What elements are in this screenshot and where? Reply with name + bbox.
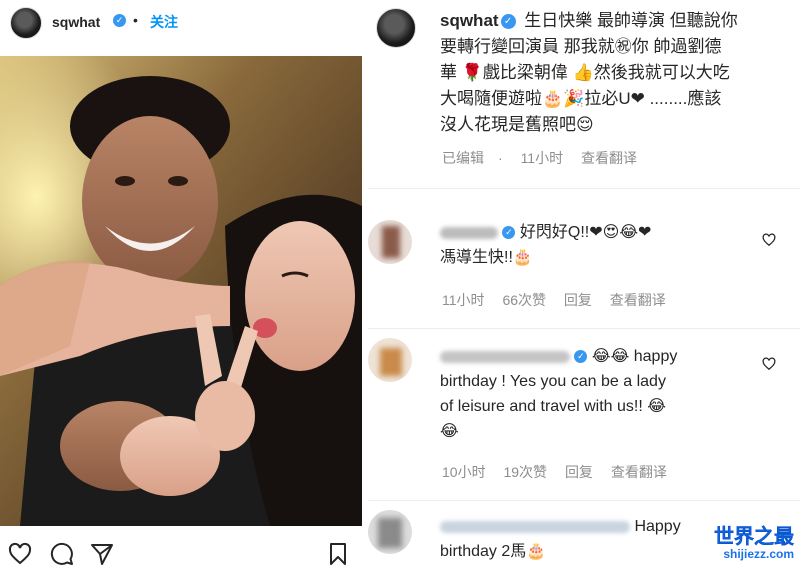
comment-text: birthday ! Yes you can be a lady	[440, 373, 666, 390]
translate-link[interactable]: 查看翻译	[611, 464, 667, 480]
verified-badge-icon: ✓	[574, 350, 588, 364]
comment-body: Happy birthday 2馬🎂	[440, 514, 730, 564]
watermark-title: 世界之最	[714, 526, 794, 548]
blurred-username[interactable]	[440, 226, 498, 239]
caption-meta: 已编辑 · 11小时 查看翻译	[442, 148, 651, 168]
verified-badge-icon: ✓	[502, 226, 516, 240]
blurred-username[interactable]	[440, 520, 630, 533]
caption-line: 大喝隨便遊啦🎂🎉拉必U❤ ........應該	[440, 89, 722, 108]
watermark: 世界之最 shijiezz.com	[714, 520, 794, 561]
comment-text: birthday 2馬🎂	[440, 543, 547, 560]
comment-meta: 10小时 19次赞 回复 查看翻译	[442, 462, 681, 482]
comment-text: 好閃好Q!!❤😍😂❤	[519, 224, 652, 241]
post-caption: sqwhat ✓ 生日快樂 最帥導演 但聽說你 要轉行變回演員 那我就㊗你 帥過劉…	[440, 8, 795, 138]
translate-link[interactable]: 查看翻译	[610, 292, 666, 308]
share-icon[interactable]	[90, 542, 114, 566]
caption-line: 要轉行變回演員 那我就㊗你 帥過劉德	[440, 37, 722, 56]
verified-badge-icon: ✓	[113, 14, 126, 27]
comment-avatar[interactable]	[368, 338, 412, 382]
blurred-username[interactable]	[440, 350, 570, 363]
like-count[interactable]: 19次赞	[503, 464, 547, 480]
comment-text: of leisure and travel with us!! 😂	[440, 398, 666, 415]
comment-body: ✓ 好閃好Q!!❤😍😂❤ 馮導生快!!🎂	[440, 220, 770, 270]
avatar[interactable]	[376, 8, 416, 48]
separator-dot: •	[133, 12, 138, 28]
photo-illustration	[0, 56, 362, 526]
follow-button[interactable]: 关注	[150, 12, 178, 32]
reply-button[interactable]: 回复	[565, 464, 593, 480]
comment-meta: 11小时 66次赞 回复 查看翻译	[442, 290, 680, 310]
divider	[368, 328, 800, 329]
verified-badge-icon: ✓	[500, 14, 516, 30]
separator-dot: ·	[498, 150, 503, 166]
caption-line: 生日快樂 最帥導演 但聽說你	[524, 11, 738, 30]
comment-time: 11小时	[442, 292, 485, 308]
comment-avatar[interactable]	[368, 510, 412, 554]
post-time: 11小时	[520, 150, 564, 166]
avatar[interactable]	[10, 7, 42, 39]
comment-icon[interactable]	[50, 542, 74, 566]
bookmark-icon[interactable]	[326, 542, 350, 566]
comment-text: Happy	[634, 518, 681, 535]
username[interactable]: sqwhat	[52, 14, 100, 30]
edited-label: 已编辑	[442, 150, 484, 166]
heart-icon[interactable]	[8, 542, 32, 566]
left-post-panel: sqwhat ✓ • 关注	[0, 0, 362, 568]
like-heart-icon[interactable]	[762, 357, 776, 371]
comment-text: 😂	[440, 423, 459, 440]
like-count[interactable]: 66次赞	[502, 292, 546, 308]
caption-line: 華 🌹戲比梁朝偉 👍然後我就可以大吃	[440, 63, 730, 82]
comment-text: 馮導生快!!🎂	[440, 249, 533, 266]
divider	[368, 500, 800, 501]
post-actions-bar	[0, 536, 362, 568]
comment-time: 10小时	[442, 464, 486, 480]
comment-text: 😂😂 happy	[591, 348, 678, 365]
like-heart-icon[interactable]	[762, 233, 776, 247]
reply-button[interactable]: 回复	[564, 292, 592, 308]
translate-link[interactable]: 查看翻译	[581, 150, 637, 166]
caption-line: 沒人花現是舊照吧😌	[440, 115, 594, 134]
post-header: sqwhat ✓ • 关注	[0, 0, 362, 48]
watermark-url: shijiezz.com	[723, 547, 794, 561]
right-comments-panel: sqwhat ✓ 生日快樂 最帥導演 但聽說你 要轉行變回演員 那我就㊗你 帥過劉…	[368, 0, 800, 568]
comment-avatar[interactable]	[368, 220, 412, 264]
caption-username[interactable]: sqwhat	[440, 11, 499, 30]
post-photo[interactable]	[0, 56, 362, 526]
caption-avatar-wrap[interactable]	[376, 8, 416, 48]
comment-body: ✓ 😂😂 happy birthday ! Yes you can be a l…	[440, 344, 770, 444]
divider	[368, 188, 800, 189]
